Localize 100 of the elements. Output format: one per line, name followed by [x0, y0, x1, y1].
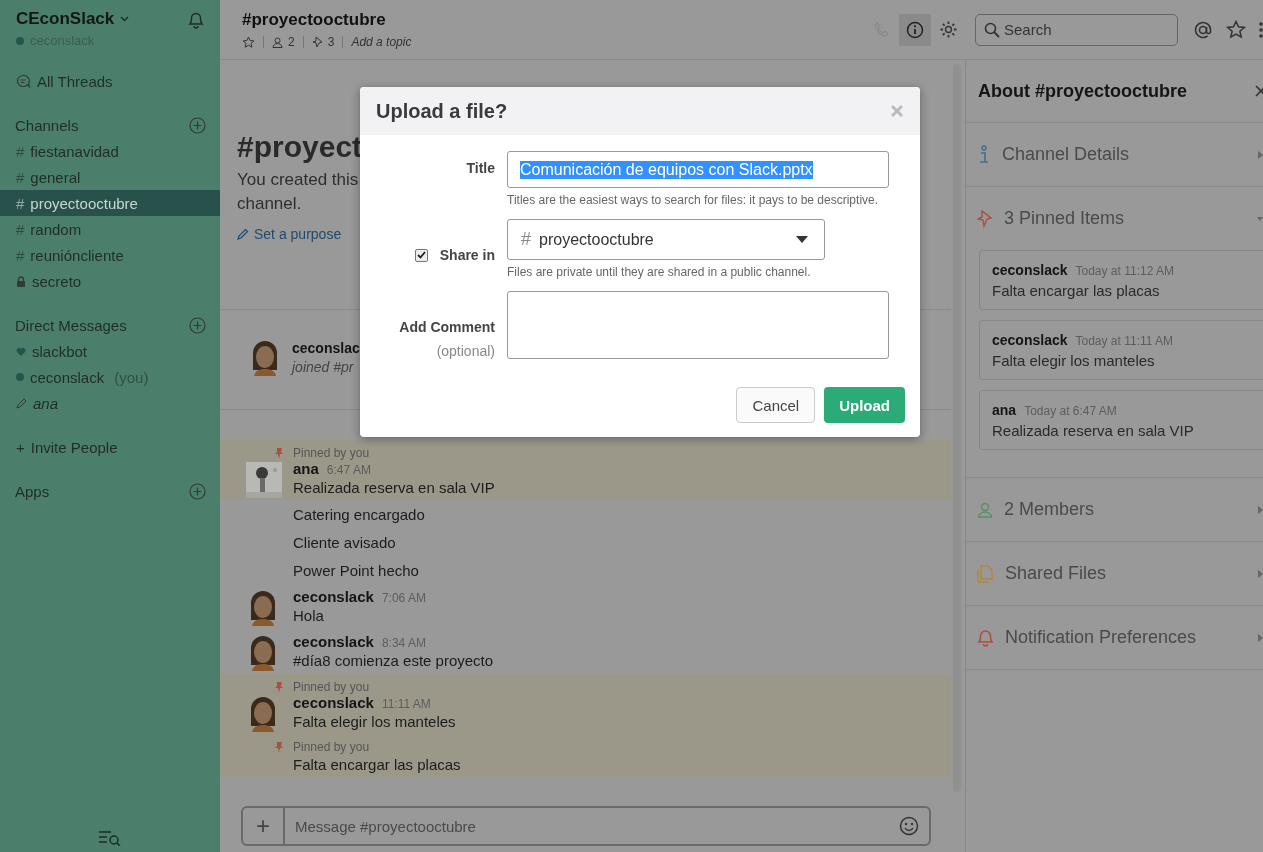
attach-button[interactable]: +	[243, 808, 285, 844]
channel-item[interactable]: # general	[0, 164, 220, 190]
panel-section-header[interactable]: Notification Preferences	[966, 606, 1263, 669]
star-icon[interactable]	[1226, 19, 1246, 40]
share-checkbox[interactable]	[414, 248, 428, 262]
channel-item[interactable]: # random	[0, 216, 220, 242]
workspace-name[interactable]: CEconSlack	[16, 9, 115, 29]
add-icon[interactable]	[189, 482, 206, 500]
channel-item[interactable]: # proyectooctubre	[0, 190, 220, 216]
pin-icon	[274, 447, 284, 459]
caret-right-icon	[1257, 504, 1263, 515]
message-placeholder: Message #proyectooctubre	[294, 817, 477, 835]
lock-icon	[16, 275, 26, 287]
pinned-card[interactable]: ana Today at 6:47 AM Realizada reserva en sala VIP	[979, 390, 1263, 450]
channel-item[interactable]: secreto	[0, 268, 220, 294]
panel-section-header[interactable]: 2 Members	[966, 478, 1263, 541]
timestamp[interactable]: 11:11 AM	[381, 697, 431, 711]
section-label[interactable]: Channels	[15, 116, 79, 134]
caret-down-icon	[796, 236, 808, 243]
person-icon	[272, 36, 283, 48]
pin-icon	[274, 741, 284, 753]
message-text: Falta encargar las placas	[293, 755, 461, 774]
bell-icon	[977, 628, 994, 647]
panel-section-header[interactable]: 3 Pinned Items	[966, 187, 1263, 250]
avatar-icon	[248, 696, 278, 732]
author-name[interactable]: ceconslack	[293, 588, 374, 605]
timestamp[interactable]: 8:34 AM	[381, 636, 426, 650]
topic-link[interactable]: Add a topic	[351, 35, 412, 49]
caret-icon[interactable]	[120, 16, 130, 22]
field-label: Share in	[439, 247, 495, 263]
caret-right-icon	[1257, 568, 1263, 579]
invite-link[interactable]: Invite People	[30, 438, 118, 456]
presence-dot	[16, 373, 24, 381]
pin-count[interactable]: 3	[327, 35, 335, 49]
add-icon[interactable]	[189, 116, 206, 134]
author-name: ana	[992, 402, 1017, 418]
pin-icon	[311, 36, 323, 48]
pin-icon	[977, 209, 993, 228]
field-hint: Files are private until they are shared in a public channel.	[507, 265, 812, 279]
avatar-icon	[250, 340, 280, 376]
pinned-card[interactable]: ceconslack Today at 11:12 AM Falta encargar las placas	[979, 250, 1263, 310]
avatar-icon	[248, 635, 278, 671]
pinned-card[interactable]: ceconslack Today at 11:11 AM Falta elegir los manteles	[979, 320, 1263, 380]
author-name: ceconslack	[992, 262, 1068, 278]
all-threads-item[interactable]: All Threads	[0, 68, 220, 94]
channel-item[interactable]: # fiestanavidad	[0, 138, 220, 164]
emoji-icon[interactable]	[899, 816, 919, 836]
set-purpose-link[interactable]: Set a purpose	[237, 226, 342, 242]
pinned-label: Pinned by you	[293, 680, 370, 694]
message-text: #día8 comienza este proyecto	[293, 651, 494, 670]
author-name[interactable]: ceconslack	[293, 694, 374, 711]
message-text: Catering encargado	[293, 505, 425, 524]
section-label[interactable]: Direct Messages	[15, 316, 127, 334]
dialog-title: Upload a file?	[376, 99, 508, 123]
message-text: Realizada reserva en sala VIP	[992, 422, 1195, 439]
info-button[interactable]	[899, 13, 931, 46]
intro-text: channel.	[237, 193, 302, 215]
heart-icon	[16, 346, 26, 356]
channel-title: #proyectooctubre	[242, 10, 387, 30]
comment-field[interactable]	[507, 291, 889, 359]
channel-dropdown[interactable]: # proyectooctubre	[507, 219, 825, 260]
message-field[interactable]: + Message #proyectooctubre	[241, 806, 931, 846]
cancel-button[interactable]: Cancel	[736, 387, 816, 423]
section-label[interactable]: Apps	[15, 482, 50, 500]
mention-icon[interactable]	[1193, 19, 1213, 40]
timestamp: Today at 11:12 AM	[1075, 264, 1174, 278]
dm-item[interactable]: slackbot	[32, 342, 88, 360]
dm-item[interactable]: ceconslack	[30, 368, 105, 386]
pencil-icon	[16, 397, 27, 409]
add-icon[interactable]	[189, 316, 206, 334]
author-name[interactable]: ana	[293, 460, 319, 477]
dm-item[interactable]: ana	[33, 394, 59, 412]
threads-icon	[16, 73, 31, 89]
member-count[interactable]: 2	[288, 35, 295, 49]
search-list-icon[interactable]	[98, 830, 122, 846]
timestamp[interactable]: 7:06 AM	[381, 591, 426, 605]
field-hint: Titles are the easiest ways to search for files: it pays to be descriptive.	[507, 193, 880, 207]
panel-section-header[interactable]: Shared Files	[966, 542, 1263, 605]
intro-title: #proyect	[237, 130, 363, 164]
timestamp[interactable]: 6:47 AM	[326, 463, 371, 477]
message-text: Realizada reserva en sala VIP	[293, 478, 495, 497]
settings-icon[interactable]	[939, 20, 958, 39]
upload-button[interactable]: Upload	[824, 387, 905, 423]
info-icon	[977, 144, 991, 165]
search-icon	[984, 21, 1000, 38]
timestamp: Today at 6:47 AM	[1024, 404, 1117, 418]
more-icon[interactable]	[1259, 20, 1263, 39]
channel-item[interactable]: # reunióncliente	[0, 242, 220, 268]
author-name[interactable]: ceconslac	[292, 340, 360, 356]
optional-label: (optional)	[436, 343, 495, 359]
message-text: Cliente avisado	[293, 533, 396, 552]
author-name[interactable]: ceconslack	[293, 633, 374, 650]
title-field[interactable]: Comunicación de equipos con Slack.pptx	[507, 151, 889, 188]
field-label: Title	[466, 160, 495, 176]
panel-section-header[interactable]: Channel Details	[966, 123, 1263, 186]
search-field[interactable]: Search	[975, 13, 1178, 46]
info-icon	[906, 20, 924, 39]
caret-right-icon	[1257, 149, 1263, 160]
message-text: Falta elegir los manteles	[293, 712, 456, 731]
star-icon[interactable]	[242, 35, 255, 49]
